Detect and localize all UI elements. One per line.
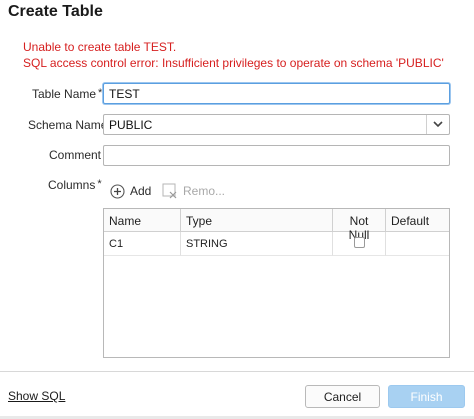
comment-label: Comment — [49, 148, 102, 162]
remove-column-label: Remo... — [183, 184, 226, 198]
columns-label: Columns * — [48, 178, 102, 192]
schema-name-value: PUBLIC — [109, 118, 153, 132]
not-null-checkbox[interactable] — [353, 237, 365, 248]
table-name-input[interactable]: TEST — [103, 83, 450, 104]
columns-table: Name Type Not Null Default C1 STRING — [103, 208, 450, 358]
table-row-not-null-cell[interactable] — [333, 232, 386, 256]
remove-column-button[interactable]: Remo... — [162, 182, 225, 200]
add-column-button[interactable]: Add — [110, 182, 151, 200]
footer-divider — [0, 371, 474, 372]
create-table-dialog: Create Table Unable to create table TEST… — [0, 0, 474, 419]
table-name-label-text: Table Name — [32, 87, 97, 101]
table-name-label: Table Name * — [32, 87, 102, 101]
table-row-type-cell[interactable]: STRING — [181, 232, 333, 256]
table-row-default-cell[interactable] — [386, 232, 449, 256]
column-header-default[interactable]: Default — [386, 209, 449, 232]
error-message-line2: SQL access control error: Insufficient p… — [23, 56, 444, 70]
dialog-title: Create Table — [8, 3, 103, 20]
columns-label-text: Columns — [48, 178, 96, 192]
add-column-label: Add — [130, 184, 152, 198]
schema-dropdown-button[interactable] — [426, 115, 449, 134]
table-row-name-cell[interactable]: C1 — [104, 232, 181, 256]
remove-icon — [162, 183, 177, 199]
cancel-button[interactable]: Cancel — [305, 385, 380, 408]
show-sql-link[interactable]: Show SQL — [8, 389, 65, 403]
schema-name-label: Schema Name — [28, 118, 108, 132]
column-header-not-null[interactable]: Not Null — [333, 209, 386, 242]
error-message-line1: Unable to create table TEST. — [23, 40, 177, 54]
schema-name-select[interactable]: PUBLIC — [103, 114, 450, 135]
required-mark: * — [98, 87, 103, 99]
plus-circle-icon — [110, 183, 125, 199]
required-mark: * — [97, 178, 102, 190]
column-header-name[interactable]: Name — [104, 209, 181, 232]
comment-input[interactable] — [103, 145, 450, 166]
finish-button[interactable]: Finish — [388, 385, 465, 408]
column-header-type[interactable]: Type — [181, 209, 333, 232]
chevron-down-icon — [433, 121, 443, 128]
